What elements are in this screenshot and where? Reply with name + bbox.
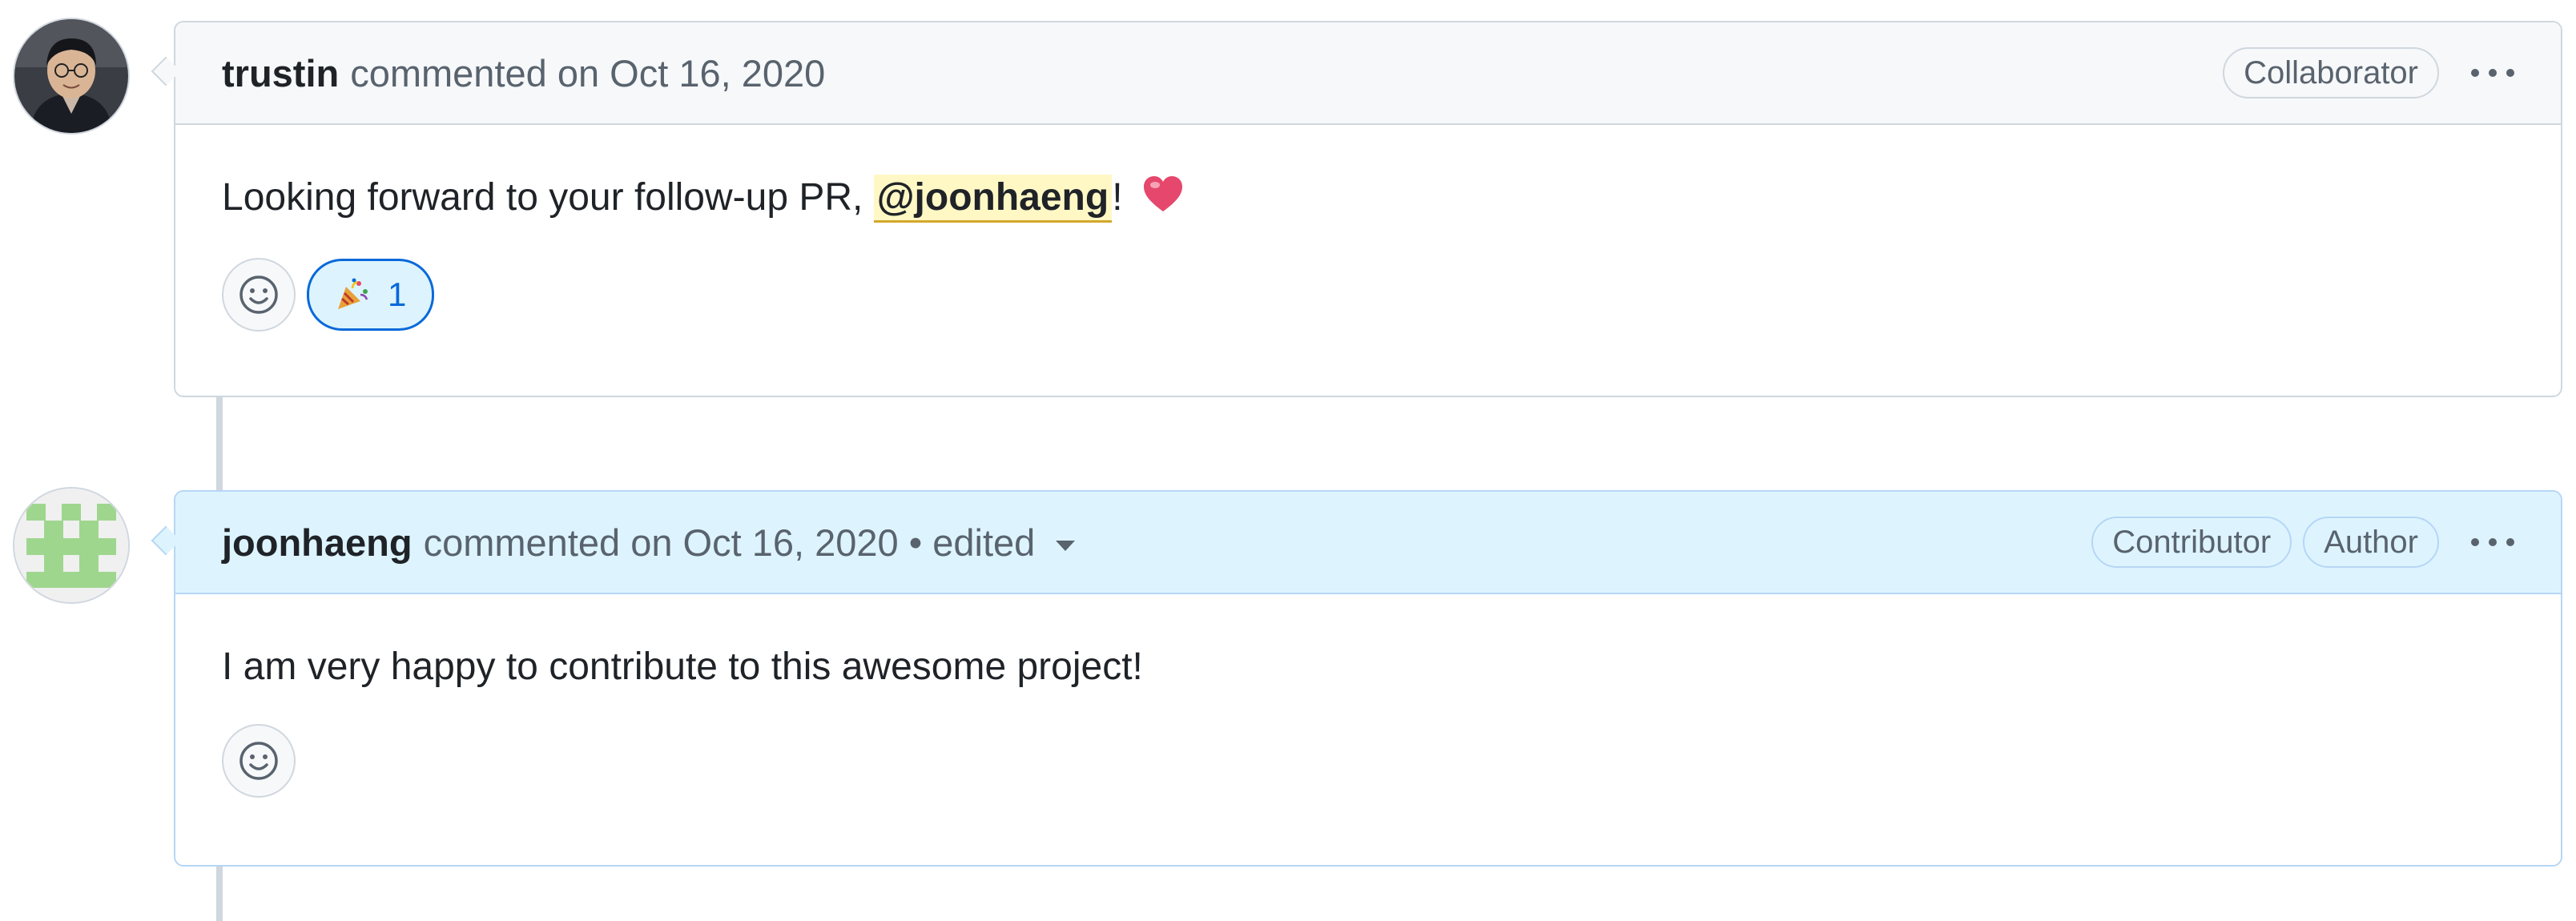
comment-timestamp[interactable]: commented on Oct 16, 2020: [350, 51, 825, 95]
comment-author[interactable]: joonhaeng: [222, 521, 413, 565]
speech-arrow: [151, 56, 181, 86]
avatar-trustin[interactable]: [14, 19, 128, 133]
comment-header: joonhaeng commented on Oct 16, 2020 • ed…: [151, 492, 2561, 594]
comment-timestamp-edited[interactable]: commented on Oct 16, 2020 • edited: [424, 521, 1036, 565]
comment-text: Looking forward to your follow-up PR,: [222, 176, 874, 219]
add-reaction-button[interactable]: [222, 258, 296, 332]
comment-body: I am very happy to contribute to this aw…: [175, 594, 2561, 690]
collaborator-badge: Collaborator: [2223, 47, 2439, 99]
reactions-bar: 1: [175, 224, 2561, 376]
comment-author[interactable]: trustin: [222, 51, 339, 95]
comment-joonhaeng: joonhaeng commented on Oct 16, 2020 • ed…: [151, 490, 2562, 867]
user-photo-icon: [14, 19, 128, 133]
reaction-count: 1: [388, 275, 407, 314]
contributor-badge: Contributor: [2091, 517, 2292, 568]
comment-trustin: trustin commented on Oct 16, 2020 Collab…: [151, 21, 2562, 397]
reactions-bar: [175, 690, 2561, 843]
comment-text-end: !: [1112, 176, 1123, 219]
heart-icon: [1142, 175, 1184, 225]
identicon-icon: [14, 489, 128, 602]
more-options-icon[interactable]: [2471, 530, 2514, 554]
avatar-joonhaeng[interactable]: [14, 489, 128, 602]
user-mention[interactable]: @joonhaeng: [873, 175, 1113, 223]
more-options-icon[interactable]: [2471, 61, 2514, 85]
comment-header: trustin commented on Oct 16, 2020 Collab…: [151, 22, 2561, 125]
author-badge: Author: [2303, 517, 2439, 568]
comment-body: Looking forward to your follow-up PR, @j…: [175, 125, 2561, 224]
add-reaction-button[interactable]: [222, 723, 296, 798]
tada-reaction-button[interactable]: 1: [307, 259, 435, 332]
smiley-icon: [239, 275, 278, 314]
tada-icon: [338, 278, 368, 310]
speech-arrow: [151, 525, 181, 556]
comment-text: I am very happy to contribute to this aw…: [222, 646, 1143, 688]
edit-history-caret-icon[interactable]: [1056, 540, 1076, 551]
smiley-icon: [239, 741, 278, 780]
